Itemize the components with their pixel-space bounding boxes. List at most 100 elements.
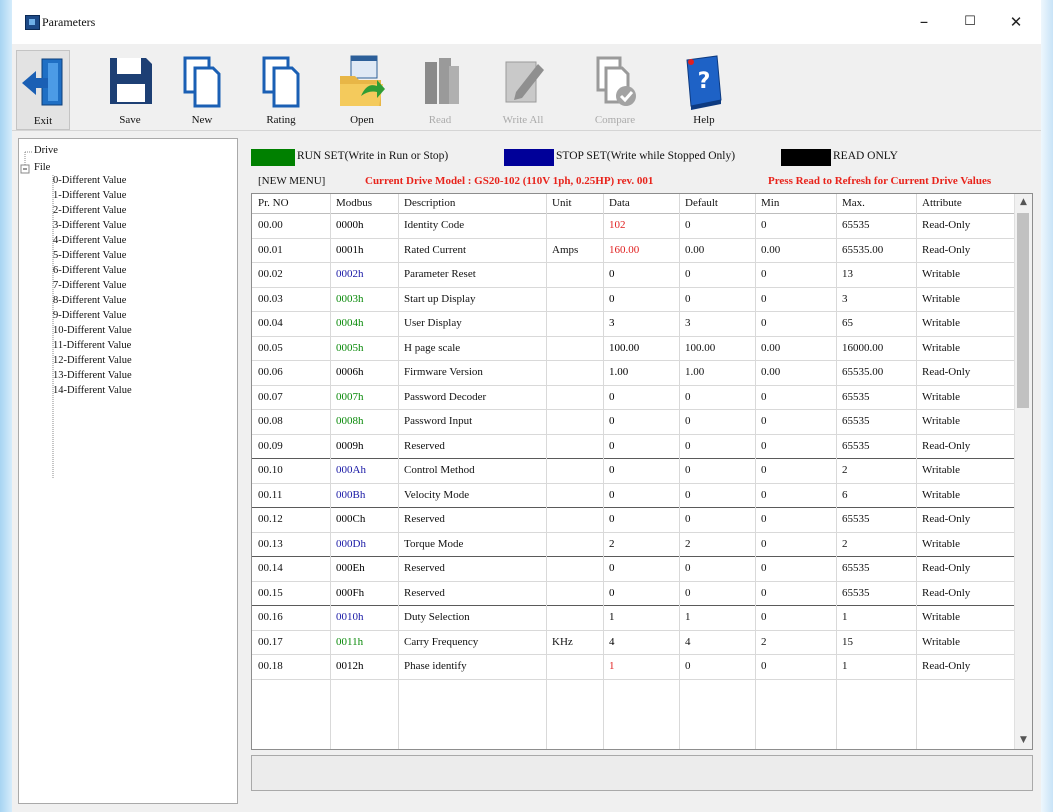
table-row[interactable]: 00.09 0009h Reserved 0 0 0 65535 Read-Only [252, 435, 1015, 459]
column-divider [836, 194, 837, 749]
column-header[interactable]: Data [609, 197, 630, 209]
column-header[interactable]: Description [404, 197, 455, 209]
table-row[interactable]: 00.00 0000h Identity Code 102 0 0 65535 Read-On… [252, 214, 1015, 239]
tree-node-different-value[interactable]: 2-Different Value [53, 205, 126, 216]
scroll-up-icon[interactable]: ▲ [1015, 194, 1032, 211]
cell-pr: 00.05 [258, 341, 283, 354]
tree-node-different-value[interactable]: 1-Different Value [53, 190, 126, 201]
table-row[interactable]: 00.02 0002h Parameter Reset 0 0 0 13 Writable [252, 263, 1015, 288]
column-header[interactable]: Unit [552, 197, 572, 209]
tree-node-different-value[interactable]: 7-Different Value [53, 280, 126, 291]
tree-node-different-value[interactable]: 14-Different Value [53, 385, 132, 396]
tree-node-different-value[interactable]: 4-Different Value [53, 235, 126, 246]
column-header[interactable]: Modbus [336, 197, 372, 209]
table-row[interactable]: 00.14 000Eh Reserved 0 0 0 65535 Read-Only [252, 557, 1015, 582]
cell-data[interactable]: 1 [609, 660, 615, 672]
cell-attr: Writable [922, 390, 961, 403]
table-row[interactable]: 00.01 0001h Rated Current Amps 160.00 0.00 0.0… [252, 239, 1015, 263]
cell-data[interactable]: 0 [609, 415, 615, 427]
help-button[interactable]: ? Help [678, 50, 730, 128]
table-row[interactable]: 00.10 000Ah Control Method 0 0 0 2 Writable [252, 459, 1015, 484]
rating-button[interactable]: Rating [255, 50, 307, 128]
cell-modbus: 0002h [336, 268, 364, 280]
table-row[interactable]: 00.18 0012h Phase identify 1 0 0 1 Read-Only [252, 655, 1015, 680]
tree-node-different-value[interactable]: 12-Different Value [53, 355, 132, 366]
cell-data[interactable]: 3 [609, 317, 615, 329]
cell-data[interactable]: 0 [609, 489, 615, 501]
minimize-button[interactable]: – [902, 8, 946, 38]
column-header[interactable]: Min [761, 197, 779, 209]
cell-data[interactable]: 0 [609, 464, 615, 476]
new-button[interactable]: New [176, 50, 228, 128]
table-row[interactable]: 00.17 0011h Carry Frequency KHz 4 4 2 15 Writabl… [252, 631, 1015, 655]
table-row[interactable]: 00.11 000Bh Velocity Mode 0 0 0 6 Writable [252, 484, 1015, 508]
read-button[interactable]: Read [412, 50, 468, 128]
tree-node-different-value[interactable]: 11-Different Value [53, 340, 131, 351]
cell-data[interactable]: 160.00 [609, 244, 639, 256]
cell-data[interactable]: 100.00 [609, 342, 639, 354]
cell-data[interactable]: 1 [609, 611, 615, 623]
cell-data[interactable]: 102 [609, 219, 626, 231]
tree-node-different-value[interactable]: 5-Different Value [53, 250, 126, 261]
cell-data[interactable]: 0 [609, 513, 615, 525]
cell-min: 0 [761, 439, 767, 452]
table-row[interactable]: 00.04 0004h User Display 3 3 0 65 Writable [252, 312, 1015, 337]
cell-max: 2 [842, 537, 848, 550]
compare-button[interactable]: Compare [584, 50, 646, 128]
table-row[interactable]: 00.13 000Dh Torque Mode 2 2 0 2 Writable [252, 533, 1015, 557]
table-row[interactable]: 00.05 0005h H page scale 100.00 100.00 0.00 16… [252, 337, 1015, 361]
cell-desc: Reserved [404, 586, 445, 599]
save-button[interactable]: Save [104, 50, 156, 128]
cell-pr: 00.15 [258, 586, 283, 599]
tree-node-file[interactable]: File [34, 162, 50, 173]
table-row[interactable]: 00.06 0006h Firmware Version 1.00 1.00 0.00 65… [252, 361, 1015, 386]
column-header[interactable]: Attribute [922, 197, 962, 209]
scroll-thumb[interactable] [1017, 213, 1029, 408]
cell-data[interactable]: 0 [609, 587, 615, 599]
table-row[interactable]: 00.08 0008h Password Input 0 0 0 65535 Writable [252, 410, 1015, 435]
table-row[interactable]: 00.07 0007h Password Decoder 0 0 0 65535 Writab… [252, 386, 1015, 410]
cell-data[interactable]: 0 [609, 440, 615, 452]
tree-node-different-value[interactable]: 9-Different Value [53, 310, 126, 321]
vertical-scrollbar[interactable]: ▲ ▼ [1014, 194, 1032, 749]
tree-node-different-value[interactable]: 6-Different Value [53, 265, 126, 276]
cell-modbus: 000Ah [336, 464, 366, 476]
cell-modbus: 000Ch [336, 513, 366, 525]
cell-desc: Torque Mode [404, 537, 464, 550]
tree-node-different-value[interactable]: 8-Different Value [53, 295, 126, 306]
close-button[interactable]: ✕ [994, 8, 1038, 38]
tree-node-different-value[interactable]: 0-Different Value [53, 175, 126, 186]
tree-node-drive[interactable]: Drive [34, 145, 58, 156]
table-row[interactable]: 00.03 0003h Start up Display 0 0 0 3 Writable [252, 288, 1015, 312]
cell-data[interactable]: 0 [609, 391, 615, 403]
write-all-button[interactable]: Write All [492, 50, 554, 128]
column-divider [546, 194, 547, 749]
maximize-button[interactable]: ☐ [948, 8, 992, 38]
table-row[interactable]: 00.12 000Ch Reserved 0 0 0 65535 Read-Only [252, 508, 1015, 533]
cell-modbus: 0011h [336, 635, 364, 648]
tree-node-different-value[interactable]: 10-Different Value [53, 325, 132, 336]
table-row[interactable]: 00.16 0010h Duty Selection 1 1 0 1 Writable [252, 606, 1015, 631]
cell-desc: Velocity Mode [404, 488, 470, 501]
cell-data[interactable]: 2 [609, 538, 615, 550]
table-row[interactable]: 00.15 000Fh Reserved 0 0 0 65535 Read-Only [252, 582, 1015, 606]
cell-data[interactable]: 1.00 [609, 366, 628, 378]
help-label: Help [693, 114, 715, 126]
cell-data[interactable]: 0 [609, 562, 615, 574]
column-header[interactable]: Pr. NO [258, 197, 289, 209]
open-button[interactable]: Open [334, 50, 390, 128]
exit-label: Exit [33, 115, 53, 127]
tree-node-different-value[interactable]: 3-Different Value [53, 220, 126, 231]
cell-data[interactable]: 4 [609, 636, 615, 648]
cell-data[interactable]: 0 [609, 268, 615, 280]
cell-def: 0 [685, 268, 691, 280]
stop-set-label: STOP SET(Write while Stopped Only) [556, 150, 736, 162]
exit-button[interactable]: Exit [16, 50, 70, 130]
column-header[interactable]: Default [685, 197, 718, 209]
cell-desc: Carry Frequency [404, 635, 479, 648]
cell-data[interactable]: 0 [609, 293, 615, 305]
tree-node-different-value[interactable]: 13-Different Value [53, 370, 132, 381]
scroll-down-icon[interactable]: ▼ [1015, 732, 1032, 749]
column-header[interactable]: Max. [842, 197, 865, 209]
cell-def: 0 [685, 464, 691, 476]
